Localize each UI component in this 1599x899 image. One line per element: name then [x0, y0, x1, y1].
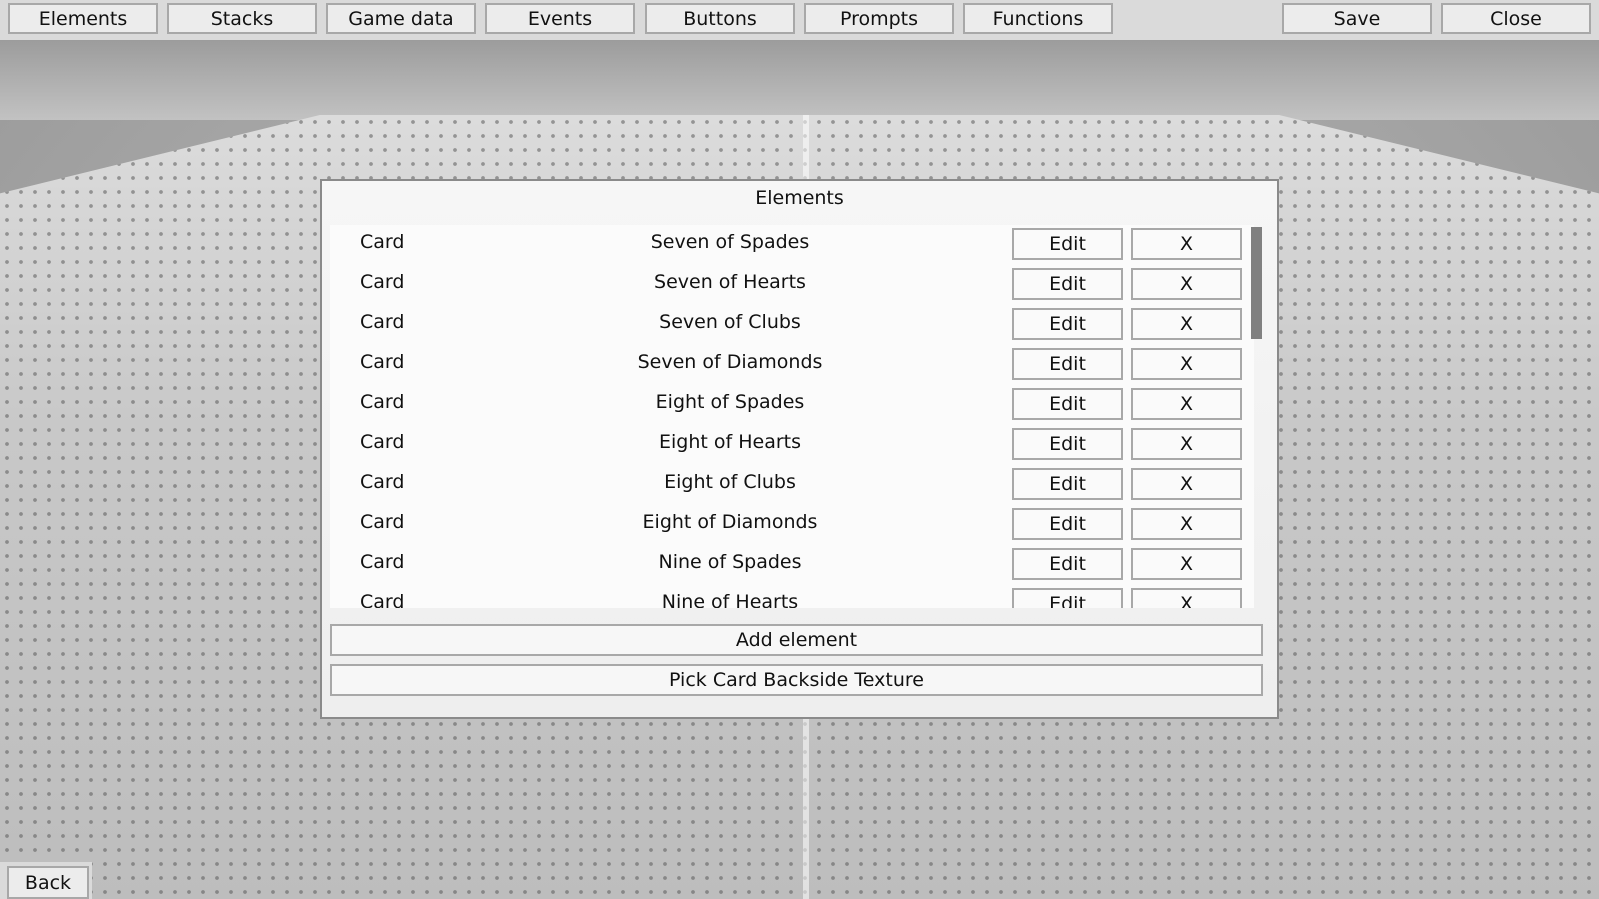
- element-type: Card: [360, 271, 405, 293]
- delete-button[interactable]: X: [1131, 348, 1242, 380]
- tab-elements[interactable]: Elements: [8, 3, 158, 34]
- element-name: Seven of Hearts: [654, 271, 806, 293]
- list-item: Card Nine of Spades Edit X: [330, 545, 1254, 585]
- element-type: Card: [360, 551, 405, 573]
- element-type: Card: [360, 591, 405, 608]
- list-item: Card Eight of Hearts Edit X: [330, 425, 1254, 465]
- element-type: Card: [360, 471, 405, 493]
- element-name: Eight of Spades: [655, 391, 805, 413]
- edit-button[interactable]: Edit: [1012, 228, 1123, 260]
- edit-button[interactable]: Edit: [1012, 348, 1123, 380]
- edit-button[interactable]: Edit: [1012, 388, 1123, 420]
- tab-events[interactable]: Events: [485, 3, 635, 34]
- list-item: Card Nine of Hearts Edit X: [330, 585, 1254, 608]
- list-item: Card Seven of Hearts Edit X: [330, 265, 1254, 305]
- element-type: Card: [360, 391, 405, 413]
- element-name: Seven of Clubs: [659, 311, 801, 333]
- elements-dialog: Elements Card Seven of Spades Edit X Card Sev…: [320, 179, 1279, 719]
- delete-button[interactable]: X: [1131, 388, 1242, 420]
- delete-button[interactable]: X: [1131, 468, 1242, 500]
- element-name: Eight of Clubs: [664, 471, 796, 493]
- tab-stacks[interactable]: Stacks: [167, 3, 317, 34]
- list-item: Card Eight of Spades Edit X: [330, 385, 1254, 425]
- element-name: Seven of Spades: [650, 231, 810, 253]
- element-name: Seven of Diamonds: [637, 351, 823, 373]
- delete-button[interactable]: X: [1131, 308, 1242, 340]
- list-item: Card Seven of Clubs Edit X: [330, 305, 1254, 345]
- edit-button[interactable]: Edit: [1012, 508, 1123, 540]
- elements-list[interactable]: Card Seven of Spades Edit X Card Seven of Hea…: [330, 225, 1254, 608]
- element-type: Card: [360, 311, 405, 333]
- background-wall: [0, 40, 1599, 120]
- delete-button[interactable]: X: [1131, 428, 1242, 460]
- edit-button[interactable]: Edit: [1012, 468, 1123, 500]
- edit-button[interactable]: Edit: [1012, 308, 1123, 340]
- scrollbar-thumb[interactable]: [1251, 227, 1262, 339]
- tab-functions[interactable]: Functions: [963, 3, 1113, 34]
- tab-buttons[interactable]: Buttons: [645, 3, 795, 34]
- element-name: Nine of Spades: [658, 551, 802, 573]
- close-button[interactable]: Close: [1441, 3, 1591, 34]
- tab-prompts[interactable]: Prompts: [804, 3, 954, 34]
- delete-button[interactable]: X: [1131, 268, 1242, 300]
- element-name: Nine of Hearts: [661, 591, 799, 608]
- list-item: Card Seven of Diamonds Edit X: [330, 345, 1254, 385]
- edit-button[interactable]: Edit: [1012, 588, 1123, 608]
- edit-button[interactable]: Edit: [1012, 268, 1123, 300]
- element-type: Card: [360, 231, 405, 253]
- element-type: Card: [360, 351, 405, 373]
- delete-button[interactable]: X: [1131, 508, 1242, 540]
- element-name: Eight of Diamonds: [642, 511, 818, 533]
- element-name: Eight of Hearts: [658, 431, 801, 453]
- edit-button[interactable]: Edit: [1012, 548, 1123, 580]
- dialog-title: Elements: [755, 187, 844, 209]
- delete-button[interactable]: X: [1131, 588, 1242, 608]
- top-toolbar: Elements Stacks Game data Events Buttons…: [0, 0, 1599, 40]
- back-button[interactable]: Back: [7, 866, 89, 899]
- element-type: Card: [360, 511, 405, 533]
- list-item: Card Eight of Diamonds Edit X: [330, 505, 1254, 545]
- save-button[interactable]: Save: [1282, 3, 1432, 34]
- list-item: Card Eight of Clubs Edit X: [330, 465, 1254, 505]
- delete-button[interactable]: X: [1131, 228, 1242, 260]
- list-item: Card Seven of Spades Edit X: [330, 225, 1254, 265]
- delete-button[interactable]: X: [1131, 548, 1242, 580]
- pick-backside-texture-button[interactable]: Pick Card Backside Texture: [330, 664, 1263, 696]
- scrollbar[interactable]: [1251, 225, 1263, 608]
- element-type: Card: [360, 431, 405, 453]
- add-element-button[interactable]: Add element: [330, 624, 1263, 656]
- tab-game-data[interactable]: Game data: [326, 3, 476, 34]
- edit-button[interactable]: Edit: [1012, 428, 1123, 460]
